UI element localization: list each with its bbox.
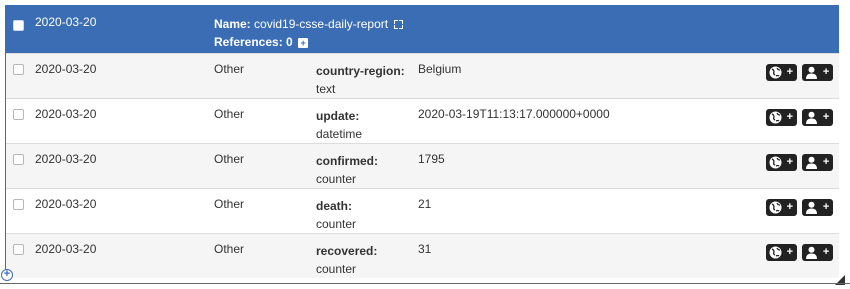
plus-icon: + xyxy=(786,201,793,213)
user-icon xyxy=(806,66,818,79)
plus-icon: + xyxy=(786,66,793,78)
row-actions: + + xyxy=(766,64,834,81)
relation-type: text xyxy=(316,82,336,96)
attribute-date: 2020-03-20 xyxy=(35,62,97,76)
plus-icon: + xyxy=(822,246,830,258)
attribute-row: 2020-03-20 Other confirmed: counter 1795… xyxy=(6,143,839,188)
attribute-value: 2020-03-19T11:13:17.000000+0000 xyxy=(418,107,610,121)
object-header-row: 2020-03-20 Name: covid19-csse-daily-repo… xyxy=(6,5,839,53)
relation-type: counter xyxy=(316,172,357,186)
add-galaxy-button[interactable]: + xyxy=(766,64,797,81)
attribute-value: 1795 xyxy=(418,152,445,166)
user-icon xyxy=(806,111,818,124)
add-galaxy-button[interactable]: + xyxy=(766,109,797,126)
add-user-button[interactable]: + xyxy=(802,64,834,81)
object-name: covid19-csse-daily-report xyxy=(254,17,389,31)
relation-type: counter xyxy=(316,262,357,276)
relation-name: death: xyxy=(316,199,352,213)
select-checkbox[interactable] xyxy=(13,20,24,31)
divider xyxy=(0,283,850,284)
header-date: 2020-03-20 xyxy=(35,15,97,29)
attribute-date: 2020-03-20 xyxy=(35,197,97,211)
plus-icon: + xyxy=(786,246,793,258)
relation-type: counter xyxy=(316,217,357,231)
attribute-row: 2020-03-20 Other country-region: text Be… xyxy=(6,53,839,98)
attribute-row: 2020-03-20 Other update: datetime 2020-0… xyxy=(6,98,839,143)
object-relation: update: datetime xyxy=(316,107,362,143)
object-relation: confirmed: counter xyxy=(316,152,378,188)
add-circle-icon[interactable]: + xyxy=(1,269,13,281)
attribute-category: Other xyxy=(214,107,245,121)
user-icon xyxy=(806,156,818,169)
object-relation: recovered: counter xyxy=(316,242,377,278)
plus-icon: + xyxy=(786,111,793,123)
attribute-category: Other xyxy=(214,62,245,76)
plus-icon: + xyxy=(822,111,830,123)
user-icon xyxy=(806,246,818,259)
event-attribute-table: 2020-03-20 Name: covid19-csse-daily-repo… xyxy=(5,5,839,278)
attribute-date: 2020-03-20 xyxy=(35,152,97,166)
attribute-date: 2020-03-20 xyxy=(35,107,97,121)
object-meta: Name: covid19-csse-daily-report Referenc… xyxy=(214,15,404,51)
select-checkbox[interactable] xyxy=(13,244,24,255)
attribute-date: 2020-03-20 xyxy=(35,242,97,256)
add-galaxy-button[interactable]: + xyxy=(766,199,797,216)
globe-icon xyxy=(769,201,782,214)
row-actions: + + xyxy=(766,109,834,126)
row-actions: + + xyxy=(766,154,834,171)
references-label: References: xyxy=(214,35,283,49)
add-user-button[interactable]: + xyxy=(802,244,834,261)
attribute-row: 2020-03-20 Other recovered: counter 31 +… xyxy=(6,233,839,278)
attribute-category: Other xyxy=(214,152,245,166)
globe-icon xyxy=(769,246,782,259)
row-actions: + + xyxy=(766,199,834,216)
globe-icon xyxy=(769,111,782,124)
row-actions: + + xyxy=(766,244,834,261)
plus-icon: + xyxy=(786,156,793,168)
attribute-value: Belgium xyxy=(418,62,462,76)
expand-icon[interactable] xyxy=(394,20,404,30)
plus-icon: + xyxy=(822,201,830,213)
attribute-category: Other xyxy=(214,197,245,211)
relation-name: recovered: xyxy=(316,244,378,258)
attribute-value: 21 xyxy=(418,197,432,211)
add-user-button[interactable]: + xyxy=(802,154,834,171)
plus-icon: + xyxy=(822,66,830,78)
name-label: Name: xyxy=(214,17,251,31)
object-relation: death: counter xyxy=(316,197,356,233)
select-checkbox[interactable] xyxy=(13,64,24,75)
attribute-row: 2020-03-20 Other death: counter 21 + + xyxy=(6,188,839,233)
relation-name: country-region: xyxy=(316,64,405,78)
attribute-category: Other xyxy=(214,242,245,256)
add-user-button[interactable]: + xyxy=(802,199,834,216)
add-galaxy-button[interactable]: + xyxy=(766,244,797,261)
relation-name: update: xyxy=(316,109,360,123)
select-checkbox[interactable] xyxy=(13,154,24,165)
user-icon xyxy=(806,201,818,214)
object-relation: country-region: text xyxy=(316,62,405,98)
relation-name: confirmed: xyxy=(316,154,379,168)
select-checkbox[interactable] xyxy=(13,199,24,210)
add-reference-icon[interactable]: + xyxy=(298,37,309,48)
select-checkbox[interactable] xyxy=(13,109,24,120)
references-count: 0 xyxy=(286,35,293,49)
plus-icon: + xyxy=(822,156,830,168)
attribute-value: 31 xyxy=(418,242,432,256)
relation-type: datetime xyxy=(316,127,363,141)
add-galaxy-button[interactable]: + xyxy=(766,154,797,171)
globe-icon xyxy=(769,66,782,79)
add-user-button[interactable]: + xyxy=(802,109,834,126)
globe-icon xyxy=(769,156,782,169)
